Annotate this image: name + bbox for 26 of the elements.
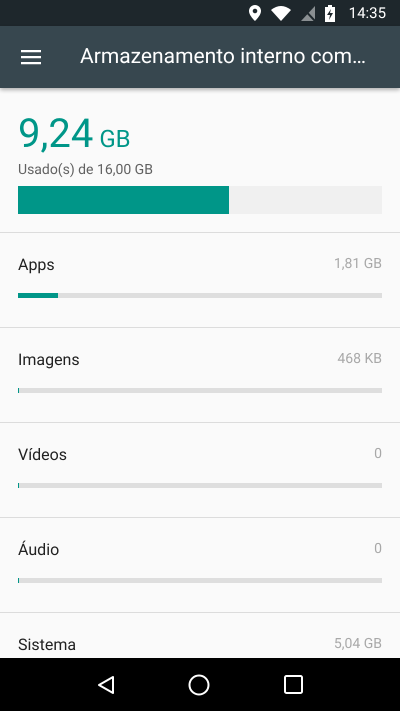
category-row[interactable]: Imagens 468 KB [0,328,400,423]
category-row[interactable]: Apps 1,81 GB [0,233,400,328]
category-name: Imagens [18,350,80,368]
clock: 14:35 [348,4,386,22]
wifi-icon [270,6,291,20]
category-name: Áudio [18,540,60,558]
home-icon[interactable] [188,674,210,696]
category-row[interactable]: Áudio 0 [0,518,400,613]
capacity-caption: Usado(s) de 16,00 GB [18,162,154,178]
category-name: Sistema [18,634,76,654]
category-size: 1,81 GB [334,256,382,272]
category-size: 5,04 GB [334,636,382,652]
location-icon [248,5,261,21]
no-signal-icon [300,6,315,20]
screen-title: Armazenamento interno com… [80,45,366,69]
used-unit: GB [99,125,131,153]
category-size: 468 KB [337,351,382,367]
category-row[interactable]: Vídeos 0 [0,423,400,518]
category-size: 0 [374,446,382,462]
category-name: Apps [18,254,55,274]
back-icon[interactable] [96,674,115,694]
category-size: 0 [374,541,382,557]
used-amount: 9,24 [18,110,94,157]
battery-charging-icon [324,4,335,22]
category-name: Vídeos [18,444,68,464]
recents-icon[interactable] [284,675,304,694]
